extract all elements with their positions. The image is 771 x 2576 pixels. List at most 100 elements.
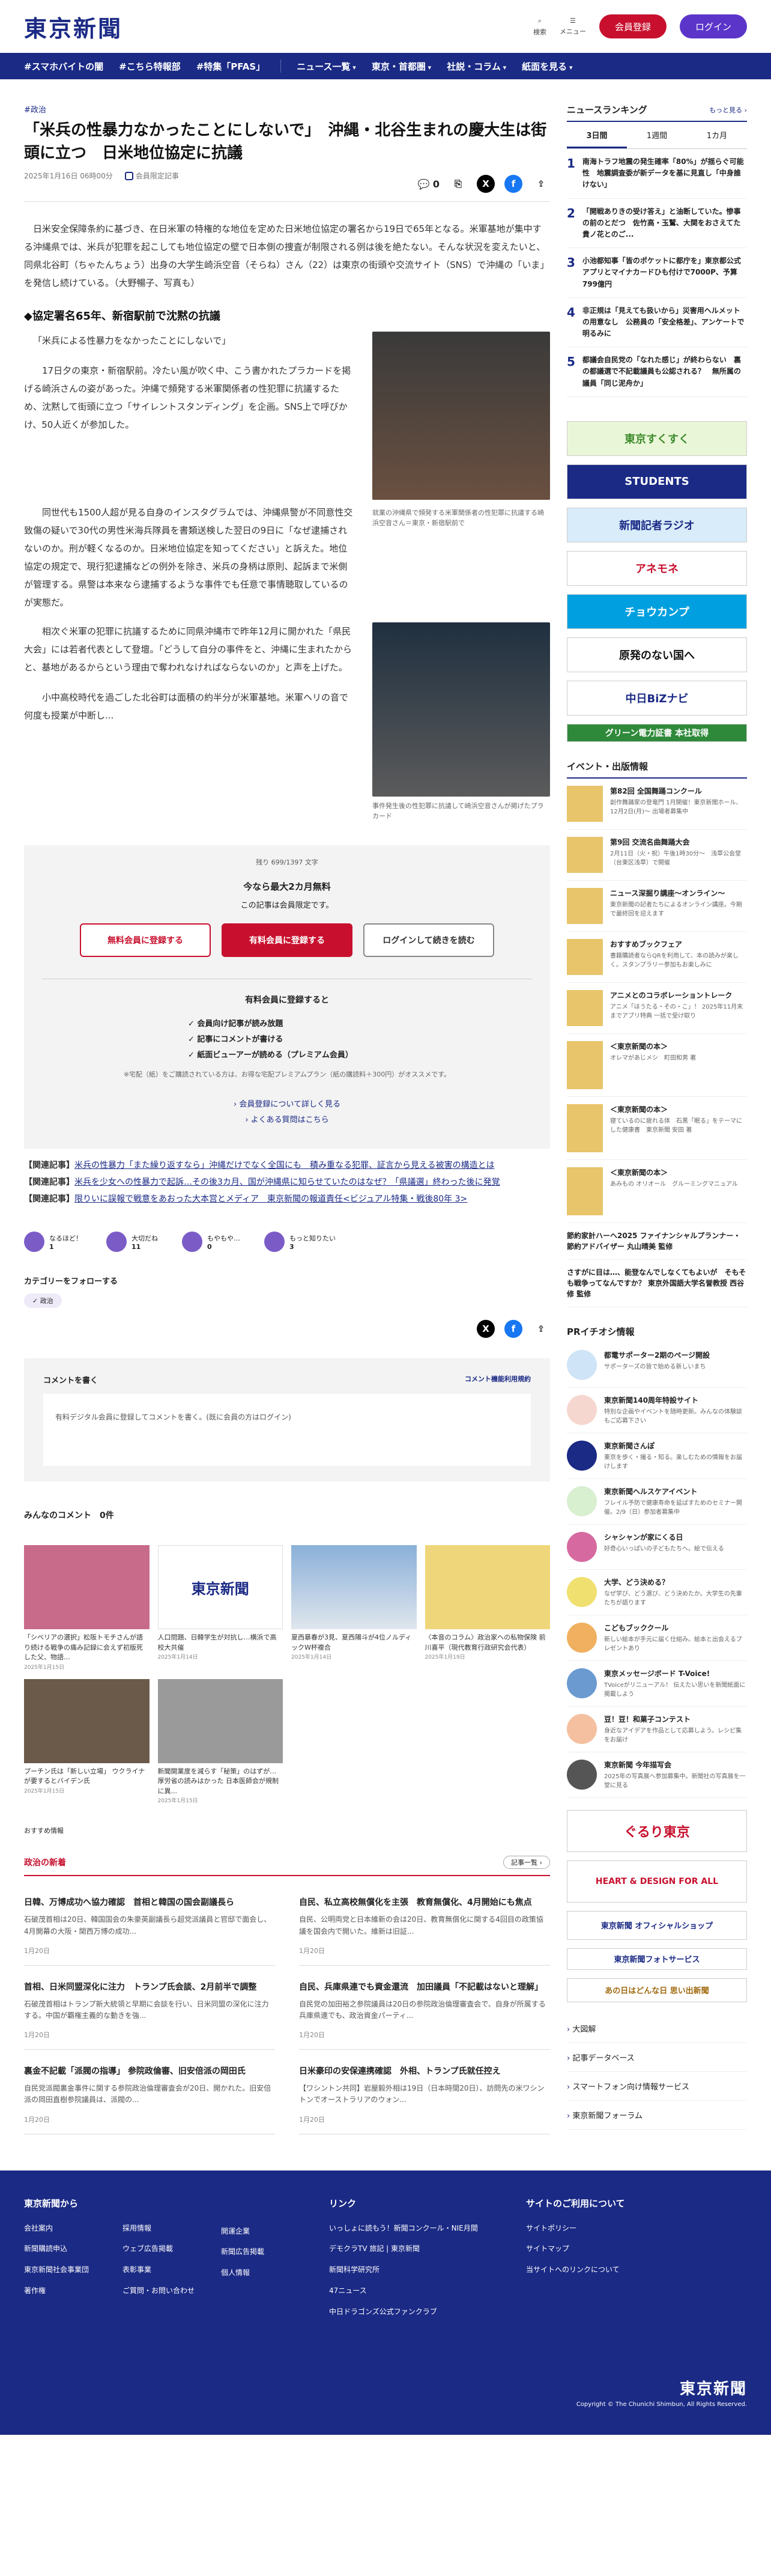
footer-link[interactable]: 採用情報 xyxy=(122,2218,221,2239)
nav-item[interactable]: ニュース一覧 xyxy=(297,60,356,73)
pr-item[interactable]: 東京新聞ヘルスケアイベント フレイル予防で健康寿命を延ばすためのセミナー開催。2/… xyxy=(567,1479,747,1525)
share-icon[interactable]: ⇪ xyxy=(532,175,550,193)
x-share-icon[interactable]: X xyxy=(477,1320,495,1338)
nav-item[interactable]: #スマホバイトの闇 xyxy=(24,60,103,73)
banner[interactable]: ぐるり東京 xyxy=(567,1809,747,1852)
side-menu-item[interactable]: 東京新聞フォーラム xyxy=(567,2101,747,2130)
nav-item[interactable]: #こちら特報部 xyxy=(119,60,181,73)
pr-item[interactable]: こどもブッククール 新しい絵本が手元に届く仕組み。絵本と出会えるプレゼントあり xyxy=(567,1615,747,1661)
reaction-button[interactable]: なるほど！ 1 xyxy=(24,1232,82,1253)
banner[interactable]: 東京新聞 オフィシャルショップ xyxy=(567,1910,747,1940)
comment-count[interactable]: 💬 0 xyxy=(418,178,440,190)
footer-link[interactable]: 新聞科学研究所 xyxy=(329,2259,526,2280)
facebook-share-icon[interactable]: f xyxy=(504,1320,522,1338)
footer-link[interactable]: 著作権 xyxy=(24,2280,122,2301)
event-item[interactable]: ＜東京新聞の本＞ 寝ているのに疲れる体 石黒「眠る」をテーマにした健康書 東京新聞… xyxy=(567,1097,747,1160)
news-item[interactable]: 首相、日米同盟深化に注力 トランプ氏会談、2月前半で調整 石破茂首相はトランプ新大… xyxy=(24,1972,275,2050)
banner[interactable]: 新聞記者ラジオ xyxy=(567,507,747,542)
menu-button[interactable]: ☰ メニュー xyxy=(560,17,586,36)
ranking-more-link[interactable]: もっと見る › xyxy=(709,105,747,115)
article-category[interactable]: #政治 xyxy=(24,103,550,115)
footer-link[interactable]: 東京新聞社会事業団 xyxy=(24,2259,122,2280)
recommend-tile[interactable]: 新聞開業度を減らす「秘策」のはずが… 厚労省の読みはかった 日本医師会が規制に異… xyxy=(157,1678,283,1804)
related-item[interactable]: 【関連記事】米兵の性暴力「また繰り返すなら」沖縄だけでなく全国にも 積み重なる犯… xyxy=(24,1157,550,1174)
event-item[interactable]: ＜東京新聞の本＞ あみもの オリオール グルーミングマニュアル xyxy=(567,1160,747,1223)
tab-1month[interactable]: 1カ月 xyxy=(687,129,747,148)
related-item[interactable]: 【関連記事】米兵を少女への性暴力で起訴…その後3カ月、国が沖縄県に知らせていたの… xyxy=(24,1174,550,1191)
banner[interactable]: アネモネ xyxy=(567,550,747,586)
footer-link[interactable]: 新聞購読申込 xyxy=(24,2238,122,2259)
politics-more-link[interactable]: 記事一覧 › xyxy=(503,1856,550,1870)
banner[interactable]: 東京新聞フォトサービス xyxy=(567,1948,747,1970)
footer-link[interactable]: ウェブ広告掲載 xyxy=(122,2238,221,2259)
ranking-item[interactable]: 1 南海トラフ地震の発生確率「80%」が揺らぐ可能性 地震調査委が新データを基に見… xyxy=(567,149,747,199)
x-share-icon[interactable]: X xyxy=(477,175,495,193)
search-button[interactable]: ⌕ 検索 xyxy=(533,17,546,37)
banner[interactable]: 中日BiZナビ xyxy=(567,680,747,715)
banner[interactable]: STUDENTS xyxy=(567,464,747,499)
login-continue-button[interactable]: ログインして続きを読む xyxy=(363,923,494,958)
login-button[interactable]: ログイン xyxy=(679,14,747,38)
event-item[interactable]: 第9回 交流名曲舞踊大会 2月11日（火・祝）午後1時30分〜 浅草公会堂（台東区… xyxy=(567,830,747,881)
pr-item[interactable]: シャシャンが家にくる日 好奇心いっぱいの子どもたちへ。絵で伝える xyxy=(567,1525,747,1570)
event-item[interactable]: ニュース深掘り講座〜オンライン〜 東京新聞の記者たちによるオンライン講座。今期で最… xyxy=(567,881,747,932)
ad-text[interactable]: さすがに目は…、能登なんでしなくてもよいが そもそも戦争ってなんですか？ 東京外… xyxy=(567,1260,747,1307)
news-item[interactable]: 自民、兵庫県連でも資金還流 加田議員「不記載はないと理解」 自民党の加田裕之参院議… xyxy=(299,1972,550,2050)
footer-link[interactable]: 当サイトへのリンクについて xyxy=(526,2259,706,2280)
pr-item[interactable]: 東京新聞140周年特設サイト 特別な企画やイベントを随時更新。みんなの体験談もご応… xyxy=(567,1388,747,1433)
article-photo-2[interactable] xyxy=(372,622,550,797)
tab-3days[interactable]: 3日間 xyxy=(567,129,627,148)
reaction-button[interactable]: 大切だね 11 xyxy=(106,1232,158,1253)
ranking-item[interactable]: 2 「開戦ありきの受け答え」と油断していた。惨事の前のとだつ 佐竹高・玉鷲、大関を… xyxy=(567,199,747,249)
faq-link[interactable]: › よくある質問はこちら xyxy=(42,1113,532,1128)
footer-logo[interactable]: 東京新聞 xyxy=(680,2377,747,2399)
news-item[interactable]: 日韓、万博成功へ協力確認 首相と韓国の国会副議長ら 石破茂首相は20日、韓国国会の… xyxy=(24,1887,275,1966)
membership-info-link[interactable]: › 会員登録について詳しく見る xyxy=(42,1097,532,1113)
footer-link[interactable]: 個人情報 xyxy=(221,2262,329,2283)
register-button[interactable]: 会員登録 xyxy=(599,14,667,38)
nav-item[interactable]: #特集「PFAS」 xyxy=(196,60,265,73)
footer-link[interactable]: 新聞広告掲載 xyxy=(221,2241,329,2262)
ad-text[interactable]: 節約家計ハーヘ2025 ファイナンシャルプランナー・節約アドバイザー 丸山晴美 … xyxy=(567,1223,747,1260)
nav-item[interactable]: 社説・コラム xyxy=(447,60,506,73)
site-logo[interactable]: 東京新聞 xyxy=(24,10,122,43)
banner[interactable]: 東京すくすく xyxy=(567,421,747,456)
side-menu-item[interactable]: スマートフォン向け情報サービス xyxy=(567,2072,747,2101)
ranking-item[interactable]: 5 都議会自民党の「なれた感じ」が終わらない 裏の都議選で不記載議員も公認される？… xyxy=(567,347,747,397)
pr-item[interactable]: 東京メッセージボード T-Voice! TVoiceがリニューアル！ 伝えたい思い… xyxy=(567,1661,747,1707)
recommend-tile[interactable]: 夏西暴春が3見、夏西陽斗が4位ノルディックW杯複合 2025年1月14日 xyxy=(291,1545,417,1671)
news-item[interactable]: 日米豪印の安保連携確認 外相、トランプ氏就任控え 【ワシントン共同】岩屋毅外相は1… xyxy=(299,2056,550,2134)
recommend-tile[interactable]: 〈本音のコラム〉政治家への私物保険 前川喜平（現代教育行政研究会代表） 2025年… xyxy=(425,1545,550,1671)
footer-link[interactable]: 中日ドラゴンズ公式ファンクラブ xyxy=(329,2301,526,2322)
recommend-tile[interactable]: 東京新聞 人口問題、日韓学生が対抗し…横浜で高校大共催 2025年1月14日 xyxy=(157,1545,283,1671)
related-item[interactable]: 【関連記事】限りいに誤報で戦意をあおった大本営とメディア 東京新聞の報道責任<ビ… xyxy=(24,1191,550,1208)
event-item[interactable]: アニメとのコラボレーショントレーク アニメ「ほうたる・その・こ」！ 2025年11… xyxy=(567,983,747,1034)
ranking-item[interactable]: 4 非正規は「見えても扱いから」災害用ヘルメットの用意なし 公務員の「安全格差」、… xyxy=(567,298,747,348)
footer-link[interactable]: サイトポリシー xyxy=(526,2218,706,2239)
recommend-tile[interactable]: 「シベリアの選択」松阪トモチさんが語り続ける戦争の痛み記録に会えず初版死した父、… xyxy=(24,1545,150,1671)
side-menu-item[interactable]: 大図解 xyxy=(567,2014,747,2043)
event-item[interactable]: おすすめブックフェア 書籍購読者ならQRを利用して、本の読みが楽しく。スタンプラリ… xyxy=(567,932,747,983)
banner[interactable]: HEART & DESIGN FOR ALL xyxy=(567,1860,747,1903)
recommend-tile[interactable]: プーチン氏は「新しい立場」 ウクライナが要するとバイデン氏 2025年1月15日 xyxy=(24,1678,150,1805)
footer-link[interactable]: 会社案内 xyxy=(24,2218,122,2239)
nav-item[interactable]: 東京・首都圏 xyxy=(372,60,431,73)
reaction-button[interactable]: もっと知りたい 3 xyxy=(264,1232,336,1253)
tab-1week[interactable]: 1週間 xyxy=(627,129,687,148)
footer-link[interactable]: 開運企業 xyxy=(221,2221,329,2242)
comment-rules-link[interactable]: コメント機能利用規約 xyxy=(465,1374,531,1385)
ranking-item[interactable]: 3 小池都知事「皆のポケットに都庁を」東京都公式アプリとマイナカードひも付けで70… xyxy=(567,248,747,298)
footer-link[interactable]: 表彰事業 xyxy=(122,2259,221,2280)
free-register-button[interactable]: 無料会員に登録する xyxy=(80,923,211,958)
footer-link[interactable]: サイトマップ xyxy=(526,2238,706,2259)
banner[interactable]: 原発のない国へ xyxy=(567,637,747,672)
footer-link[interactable]: 47ニュース xyxy=(329,2280,526,2301)
reaction-button[interactable]: もやもや… 0 xyxy=(182,1232,240,1253)
news-item[interactable]: 自民、私立高校無償化を主張 教育無償化、4月開始にも焦点 自民、公明両党と日本維新… xyxy=(299,1887,550,1966)
banner[interactable]: グリーン電力証書 本社取得 xyxy=(567,723,747,742)
footer-link[interactable]: いっしょに読もう！新聞コンクール・NIE月間 xyxy=(329,2218,526,2239)
follow-tag[interactable]: ✓ 政治 xyxy=(24,1293,62,1308)
clip-icon[interactable]: ⎘ xyxy=(449,175,467,193)
comment-input[interactable]: 有料デジタル会員に登録してコメントを書く。(既に会員の方はログイン) xyxy=(43,1394,531,1466)
pr-item[interactable]: 都電サポーター2期のページ開設 サポーターズの皆で始める新しいまち xyxy=(567,1343,747,1388)
